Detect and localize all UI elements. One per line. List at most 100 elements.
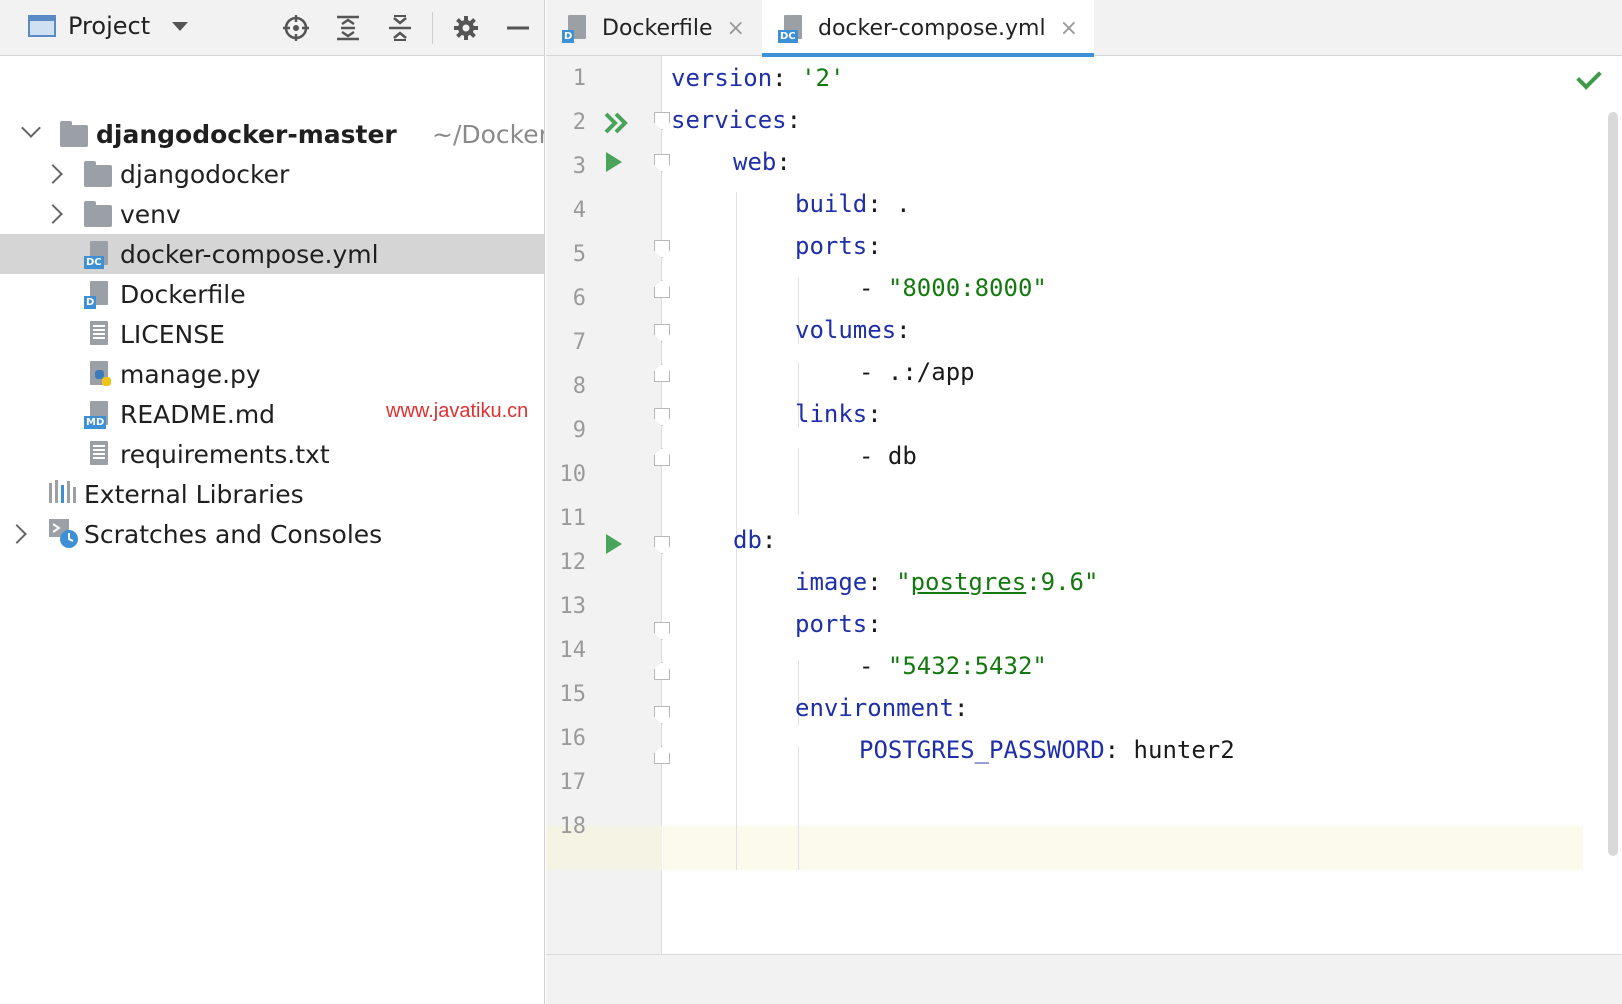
code-line-16: environment: (795, 694, 969, 722)
tab-label: docker-compose.yml (818, 15, 1046, 41)
tree-item-label: requirements.txt (120, 439, 330, 469)
project-icon (28, 15, 56, 37)
line-number: 12 (559, 550, 587, 575)
code-line-14: ports: (795, 610, 882, 638)
tree-item-label: docker-compose.yml (120, 239, 379, 269)
dockerfile-icon: D (84, 279, 114, 309)
scratches-icon (48, 518, 78, 548)
editor: D Dockerfile × DC docker-compose.yml × 1… (546, 0, 1622, 1004)
code-line-2: services: (671, 106, 802, 134)
tree-item-label: manage.py (120, 359, 261, 389)
line-number: 10 (559, 462, 587, 487)
line-number: 1 (572, 66, 586, 91)
code-line-3: web: (733, 148, 791, 176)
line-number: 15 (559, 682, 587, 707)
vertical-scrollbar[interactable] (1608, 112, 1618, 856)
close-icon[interactable]: × (1060, 16, 1078, 41)
indent-guide (798, 448, 799, 514)
folder-icon (84, 159, 114, 189)
tree-item-djangodocker[interactable]: djangodocker (0, 154, 544, 194)
python-file-icon (84, 359, 114, 389)
code-line-9: links: (795, 400, 882, 428)
line-number: 16 (559, 726, 587, 751)
collapse-all-icon[interactable] (386, 14, 414, 42)
line-number: 17 (559, 770, 587, 795)
close-icon[interactable]: × (727, 16, 745, 41)
root-folder-name: djangodocker-master (96, 119, 397, 149)
tab-dockerfile[interactable]: D Dockerfile × (562, 0, 762, 56)
code-line-8: - .:/app (859, 358, 975, 386)
project-toolbar: Project (0, 0, 544, 56)
chevron-right-icon[interactable] (43, 204, 63, 224)
indent-guide (798, 746, 799, 870)
line-number: 6 (572, 286, 586, 311)
tab-label: Dockerfile (602, 15, 713, 41)
project-tool-window: Project djangodocker-master ~/Docker dja… (0, 0, 545, 1004)
locate-icon[interactable] (282, 14, 310, 42)
code-line-12: db: (733, 526, 777, 554)
dockerfile-icon: D (562, 13, 592, 43)
code-line-1: version: '2' (671, 64, 845, 92)
chevron-down-icon (172, 21, 189, 31)
code-line-13: image: "postgres:9.6" (795, 568, 1099, 596)
editor-bottom-strip (546, 954, 1622, 1004)
tree-item-venv[interactable]: venv (0, 194, 544, 234)
tree-item-label: venv (120, 199, 181, 229)
tree-item-label: README.md (120, 399, 276, 429)
code-editor[interactable]: version: '2' services: web: build: . por… (663, 56, 1622, 954)
line-number: 11 (559, 506, 587, 531)
line-number: 18 (559, 814, 587, 839)
markdown-file-icon: MD (84, 399, 114, 429)
line-number: 2 (572, 110, 586, 135)
line-number: 14 (559, 638, 587, 663)
postgres-image-link[interactable]: postgres (911, 568, 1027, 596)
line-number: 13 (559, 594, 587, 619)
tree-item-manage-py[interactable]: manage.py (0, 354, 544, 394)
tree-item-label: External Libraries (84, 479, 304, 509)
docker-compose-file-icon: DC (778, 13, 808, 43)
tree-item-scratches[interactable]: Scratches and Consoles (0, 514, 544, 554)
gear-icon[interactable] (452, 14, 480, 42)
tree-item-docker-compose[interactable]: DC docker-compose.yml (0, 234, 544, 274)
chevron-right-icon[interactable] (7, 524, 27, 544)
project-view-selector[interactable]: Project (28, 12, 189, 40)
code-line-7: volumes: (795, 316, 911, 344)
tab-docker-compose[interactable]: DC docker-compose.yml × (762, 0, 1094, 57)
toolbar-divider (432, 12, 433, 44)
code-line-6: - "8000:8000" (859, 274, 1047, 302)
run-all-services-icon[interactable] (604, 112, 630, 134)
tree-item-dockerfile[interactable]: D Dockerfile (0, 274, 544, 314)
line-number: 9 (572, 418, 586, 443)
text-file-icon (84, 439, 114, 469)
project-title: Project (68, 12, 151, 40)
run-service-db-icon[interactable] (606, 534, 622, 554)
tree-root-row[interactable]: djangodocker-master ~/Docker (0, 114, 545, 154)
minimize-icon[interactable] (504, 14, 532, 42)
text-file-icon (84, 319, 114, 349)
current-line-highlight (663, 826, 1583, 870)
code-line-10: - db (859, 442, 917, 470)
line-number: 8 (572, 374, 586, 399)
line-number: 4 (572, 198, 586, 223)
watermark: www.javatiku.cn (386, 400, 529, 422)
tree-item-external-libraries[interactable]: External Libraries (0, 474, 544, 514)
code-line-5: ports: (795, 232, 882, 260)
tree-item-label: djangodocker (120, 159, 290, 189)
code-line-15: - "5432:5432" (859, 652, 1047, 680)
folder-icon (60, 119, 90, 149)
tree-item-label: LICENSE (120, 319, 225, 349)
code-line-17: POSTGRES_PASSWORD: hunter2 (859, 736, 1235, 764)
code-line-4: build: . (795, 190, 911, 218)
editor-gutter: 1 2 3 4 5 6 7 8 9 10 11 12 13 14 15 16 1… (546, 56, 670, 954)
docker-compose-file-icon: DC (84, 239, 114, 269)
tree-item-license[interactable]: LICENSE (0, 314, 544, 354)
editor-tabs: D Dockerfile × DC docker-compose.yml × (546, 0, 1622, 57)
tree-item-label: Scratches and Consoles (84, 519, 383, 549)
tree-item-requirements[interactable]: requirements.txt (0, 434, 544, 474)
library-icon (48, 479, 78, 509)
run-service-web-icon[interactable] (606, 152, 622, 172)
chevron-right-icon[interactable] (43, 164, 63, 184)
expand-all-icon[interactable] (334, 14, 362, 42)
root-folder-path: ~/Docker (432, 119, 545, 149)
chevron-down-icon[interactable] (21, 118, 41, 138)
